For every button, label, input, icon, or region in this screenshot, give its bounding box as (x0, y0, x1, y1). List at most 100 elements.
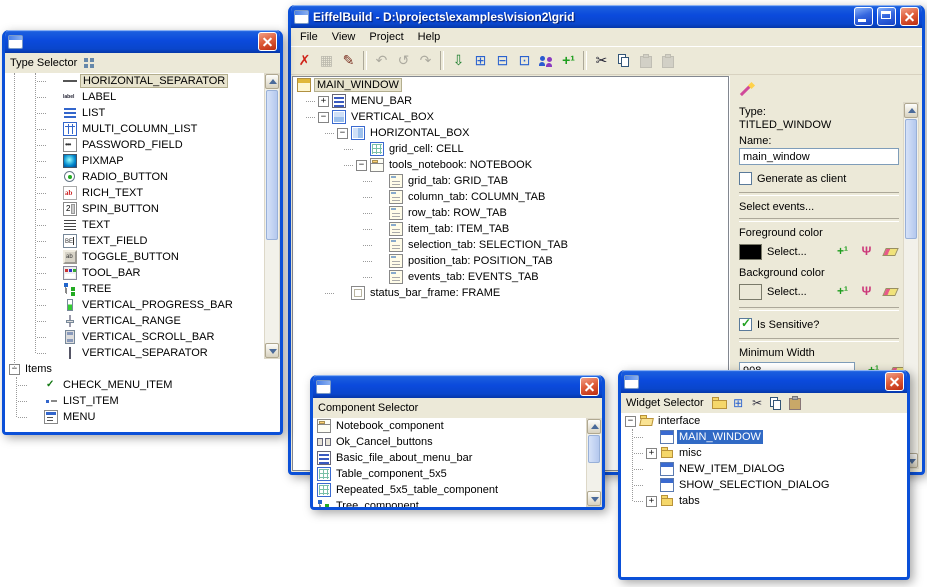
copy-icon[interactable] (613, 50, 634, 71)
is-sensitive-checkbox[interactable] (739, 318, 752, 331)
name-input[interactable] (739, 148, 899, 165)
cut-icon[interactable]: ✂ (591, 50, 612, 71)
type-item-pixmap[interactable]: PIXMAP (5, 153, 280, 169)
widget-item-misc[interactable]: +misc (621, 445, 907, 461)
expand-icon[interactable]: + (646, 448, 657, 459)
menu-file[interactable]: File (293, 30, 325, 44)
tree-item-menu-bar[interactable]: +MENU_BAR (293, 93, 728, 109)
component-selector-scrollbar[interactable] (586, 418, 602, 507)
type-item-vertical-progress-bar[interactable]: VERTICAL_PROGRESS_BAR (5, 297, 280, 313)
widget-item-tabs[interactable]: +tabs (621, 493, 907, 509)
type-item-password-field[interactable]: PASSWORD_FIELD (5, 137, 280, 153)
new-folder-icon[interactable] (711, 395, 728, 412)
widget-selector-titlebar[interactable] (621, 370, 907, 393)
component-item-ok-cancel-buttons[interactable]: Ok_Cancel_buttons (313, 434, 602, 450)
add-one-icon[interactable]: +¹ (558, 50, 579, 71)
pick-icon[interactable]: Ψ (858, 283, 875, 300)
widget-item-new-item-dialog[interactable]: NEW_ITEM_DIALOG (621, 461, 907, 477)
tree-item-column-tab-column-tab[interactable]: column_tab: COLUMN_TAB (293, 189, 728, 205)
type-item-text-field[interactable]: TEXT_FIELD (5, 233, 280, 249)
tree-item-tools-notebook-notebook[interactable]: −tools_notebook: NOTEBOOK (293, 157, 728, 173)
type-item-tree[interactable]: TREE (5, 281, 280, 297)
type-item-list[interactable]: LIST (5, 105, 280, 121)
type-item-multi-column-list[interactable]: MULTI_COLUMN_LIST (5, 121, 280, 137)
type-item-horizontal-separator[interactable]: HORIZONTAL_SEPARATOR (5, 73, 280, 89)
type-item-radio-button[interactable]: RADIO_BUTTON (5, 169, 280, 185)
component-selector-titlebar[interactable] (313, 375, 602, 398)
users-icon[interactable] (536, 50, 557, 71)
background-swatch[interactable] (739, 284, 762, 300)
tree-item-selection-tab-selection-tab[interactable]: selection_tab: SELECTION_TAB (293, 237, 728, 253)
type-item-tool-bar[interactable]: TOOL_BAR (5, 265, 280, 281)
close-button[interactable] (885, 372, 904, 391)
scroll-thumb[interactable] (588, 435, 600, 463)
add-one-icon[interactable]: +¹ (834, 243, 851, 260)
component-item-notebook-component[interactable]: Notebook_component (313, 418, 602, 434)
widget-item-show-selection-dialog[interactable]: SHOW_SELECTION_DIALOG (621, 477, 907, 493)
main-titlebar[interactable]: EiffelBuild - D:\projects\examples\visio… (291, 5, 922, 28)
window-grid-icon[interactable]: ⊞ (470, 50, 491, 71)
window-horizontal-icon[interactable]: ⊟ (492, 50, 513, 71)
type-item-menu[interactable]: MENU (5, 409, 280, 425)
generate-icon[interactable]: ⇩ (448, 50, 469, 71)
type-item-rich-text[interactable]: RICH_TEXT (5, 185, 280, 201)
scroll-thumb[interactable] (905, 119, 917, 239)
expand-icon[interactable]: + (318, 96, 329, 107)
delete-icon[interactable]: ✗ (294, 50, 315, 71)
tree-item-status-bar-frame-frame[interactable]: status_bar_frame: FRAME (293, 285, 728, 301)
scroll-down-button[interactable] (265, 343, 279, 358)
menu-project[interactable]: Project (362, 30, 410, 44)
tree-item-main-window[interactable]: MAIN_WINDOW (293, 77, 728, 93)
menu-view[interactable]: View (325, 30, 363, 44)
window-vertical-icon[interactable]: ⊡ (514, 50, 535, 71)
tree-item-grid-tab-grid-tab[interactable]: grid_tab: GRID_TAB (293, 173, 728, 189)
widget-item-interface[interactable]: −interface (621, 413, 907, 429)
select-events-link[interactable]: Select events... (739, 201, 899, 213)
tree-item-events-tab-events-tab[interactable]: events_tab: EVENTS_TAB (293, 269, 728, 285)
scroll-up-button[interactable] (904, 103, 918, 118)
eraser-icon[interactable] (882, 243, 899, 260)
collapse-icon[interactable]: − (356, 160, 367, 171)
type-item-label[interactable]: LABEL (5, 89, 280, 105)
type-item-vertical-range[interactable]: VERTICAL_RANGE (5, 313, 280, 329)
type-item-toggle-button[interactable]: TOGGLE_BUTTON (5, 249, 280, 265)
tree-item-position-tab-position-tab[interactable]: position_tab: POSITION_TAB (293, 253, 728, 269)
type-item-items[interactable]: −Items (5, 361, 280, 377)
component-item-basic-file-about-menu-bar[interactable]: Basic_file_about_menu_bar (313, 450, 602, 466)
background-select-button[interactable]: Select... (767, 286, 807, 298)
menu-help[interactable]: Help (411, 30, 448, 44)
copy-icon[interactable] (768, 395, 785, 412)
pick-icon[interactable]: Ψ (858, 243, 875, 260)
expand-icon[interactable]: + (646, 496, 657, 507)
type-item-vertical-separator[interactable]: VERTICAL_SEPARATOR (5, 345, 280, 361)
foreground-swatch[interactable] (739, 244, 762, 260)
eraser-icon[interactable] (882, 283, 899, 300)
scroll-up-button[interactable] (587, 419, 601, 434)
type-item-list-item[interactable]: LIST_ITEM (5, 393, 280, 409)
scroll-thumb[interactable] (266, 90, 278, 240)
generate-as-client-checkbox[interactable] (739, 172, 752, 185)
close-button[interactable] (580, 377, 599, 396)
add-window-icon[interactable]: ⊞ (730, 395, 747, 412)
tree-item-horizontal-box[interactable]: −HORIZONTAL_BOX (293, 125, 728, 141)
paint-icon[interactable]: ✎ (338, 50, 359, 71)
scroll-down-button[interactable] (587, 491, 601, 506)
collapse-icon[interactable]: − (625, 416, 636, 427)
type-item-check-menu-item[interactable]: CHECK_MENU_ITEM (5, 377, 280, 393)
paste-icon[interactable] (787, 395, 804, 412)
minimize-button[interactable] (854, 7, 873, 26)
foreground-select-button[interactable]: Select... (767, 246, 807, 258)
component-item-tree-component[interactable]: Tree_component (313, 498, 602, 507)
scroll-up-button[interactable] (265, 74, 279, 89)
add-one-icon[interactable]: +¹ (834, 283, 851, 300)
tree-item-row-tab-row-tab[interactable]: row_tab: ROW_TAB (293, 205, 728, 221)
collapse-icon[interactable]: − (337, 128, 348, 139)
component-item-table-component-5x5[interactable]: Table_component_5x5 (313, 466, 602, 482)
type-item-text[interactable]: TEXT (5, 217, 280, 233)
tree-item-item-tab-item-tab[interactable]: item_tab: ITEM_TAB (293, 221, 728, 237)
cut-icon[interactable]: ✂ (749, 395, 766, 412)
collapse-icon[interactable]: − (318, 112, 329, 123)
close-button[interactable] (258, 32, 277, 51)
type-selector-scrollbar[interactable] (264, 73, 280, 359)
component-item-repeated-5x5-table-component[interactable]: Repeated_5x5_table_component (313, 482, 602, 498)
